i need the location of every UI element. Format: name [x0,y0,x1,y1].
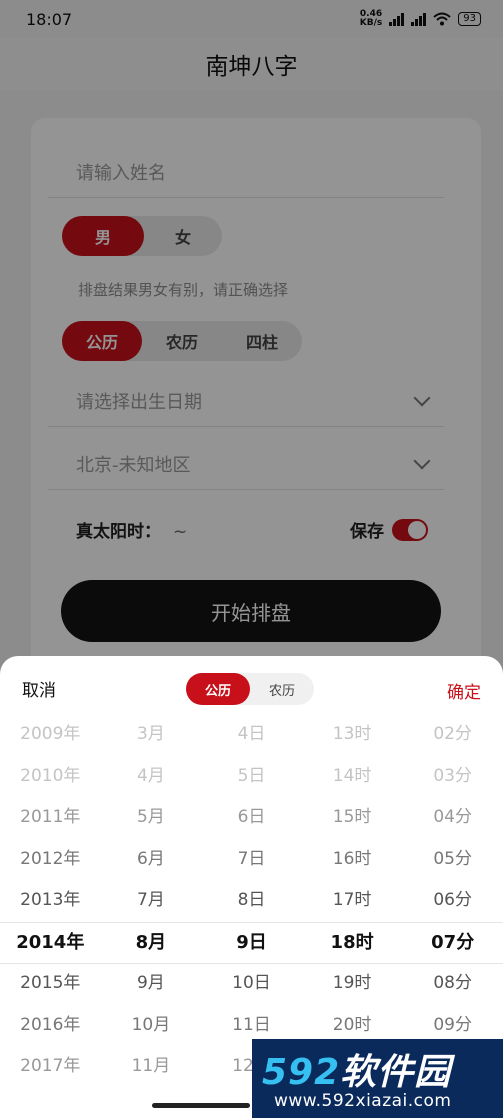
picker-option[interactable]: 07分 [402,922,503,964]
picker-option[interactable]: 10月 [101,1005,202,1047]
picker-option[interactable]: 2016年 [0,1005,101,1047]
picker-option[interactable]: 4日 [201,714,302,756]
picker-option[interactable]: 8月 [101,922,202,964]
picker-option[interactable]: 13时 [302,714,403,756]
picker-option[interactable]: 11月 [101,1046,202,1088]
picker-option[interactable]: 9日 [201,922,302,964]
picker-header: 取消 公历 农历 确定 [0,656,503,720]
picker-column-month[interactable]: 3月 4月 5月 6月 7月 8月 9月 10月 11月 [101,714,202,1118]
picker-mode-lunar[interactable]: 农历 [250,673,314,705]
picker-mode-segment: 公历 农历 [186,673,314,705]
picker-option[interactable]: 04分 [402,797,503,839]
picker-option[interactable]: 4月 [101,756,202,798]
picker-option[interactable]: 05分 [402,839,503,881]
picker-option[interactable]: 2009年 [0,714,101,756]
picker-option[interactable]: 03分 [402,756,503,798]
picker-option[interactable]: 2010年 [0,756,101,798]
picker-option[interactable]: 7日 [201,839,302,881]
picker-option[interactable]: 15时 [302,797,403,839]
picker-option[interactable]: 7月 [101,880,202,922]
picker-option[interactable]: 14时 [302,756,403,798]
picker-option[interactable]: 19时 [302,963,403,1005]
picker-option[interactable]: 2013年 [0,880,101,922]
picker-option[interactable]: 06分 [402,880,503,922]
picker-option[interactable]: 9月 [101,963,202,1005]
picker-option[interactable]: 2017年 [0,1046,101,1088]
confirm-button[interactable]: 确定 [447,678,481,703]
picker-option[interactable]: 2012年 [0,839,101,881]
picker-option[interactable]: 10日 [201,963,302,1005]
picker-option[interactable]: 2011年 [0,797,101,839]
picker-option[interactable]: 17时 [302,880,403,922]
cancel-button[interactable]: 取消 [22,676,56,701]
picker-option[interactable]: 3月 [101,714,202,756]
picker-option[interactable]: 5日 [201,756,302,798]
picker-option[interactable]: 2014年 [0,922,101,964]
picker-option[interactable]: 5月 [101,797,202,839]
home-indicator[interactable] [152,1103,250,1108]
picker-option[interactable]: 18时 [302,922,403,964]
watermark-url: www.592xiazai.com [274,1091,452,1111]
picker-mode-solar[interactable]: 公历 [186,673,250,705]
watermark-logo: 592软件园 [262,1052,452,1093]
picker-option[interactable]: 6月 [101,839,202,881]
picker-option[interactable]: 02分 [402,714,503,756]
picker-option[interactable]: 2015年 [0,963,101,1005]
picker-option[interactable]: 8日 [201,880,302,922]
picker-option[interactable]: 08分 [402,963,503,1005]
picker-column-year[interactable]: 2009年 2010年 2011年 2012年 2013年 2014年 2015年 2016年… [0,714,101,1118]
picker-option[interactable]: 6日 [201,797,302,839]
picker-option[interactable]: 16时 [302,839,403,881]
watermark: 592软件园 www.592xiazai.com [252,1039,503,1118]
